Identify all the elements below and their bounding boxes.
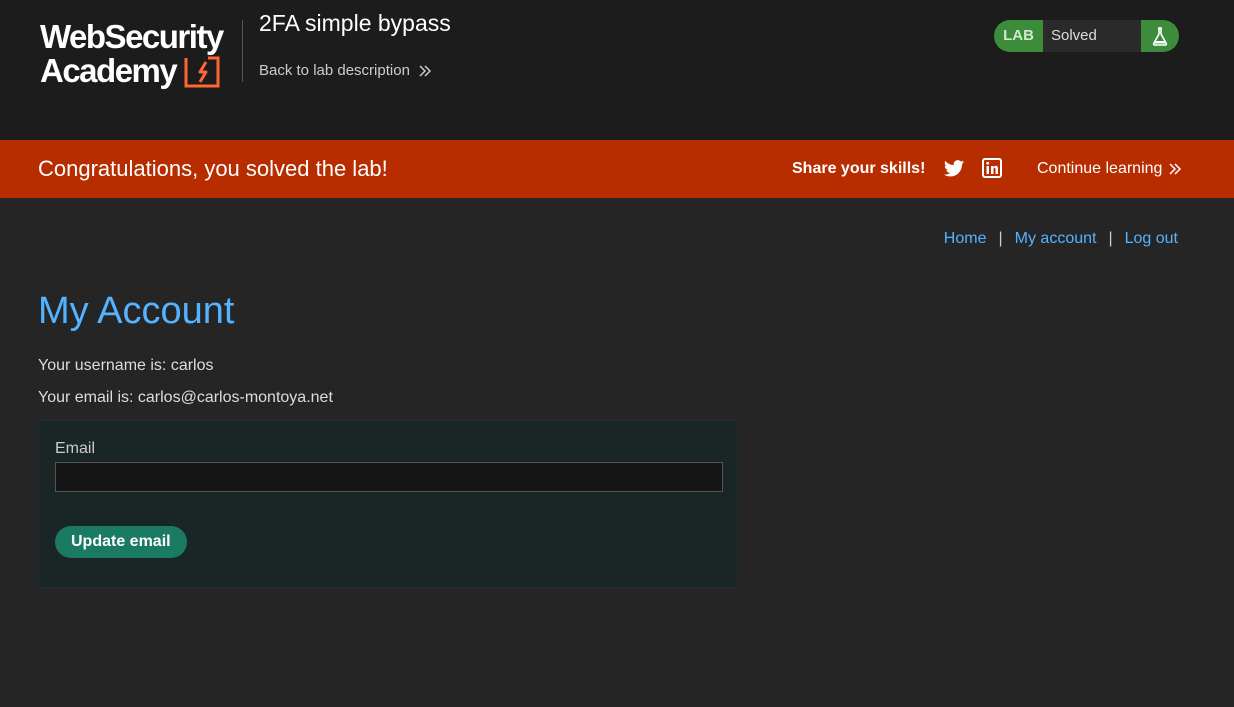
lab-tag: LAB [1003,27,1034,44]
lab-status: Solved [1043,20,1141,52]
nav-my-account-link[interactable]: My account [1015,230,1097,248]
header-divider [242,20,243,82]
nav-home-link[interactable]: Home [944,230,987,248]
update-email-form: Email Update email [38,420,738,588]
email-label: Email [55,440,96,457]
username-info: Your username is: carlos [38,357,214,374]
nav-separator: | [1108,230,1113,247]
back-link-label: Back to lab description [259,62,410,79]
back-to-lab-description-link[interactable]: Back to lab description [259,62,432,79]
chevron-right-icon [1169,163,1182,175]
web-security-academy-logo[interactable]: WebSecurity Academy [38,16,242,94]
update-email-button[interactable]: Update email [55,526,187,558]
flask-icon [1141,20,1179,52]
congrats-message: Congratulations, you solved the lab! [38,156,388,181]
email-input[interactable] [55,462,723,492]
lab-status-badge: LAB Solved [994,20,1179,52]
continue-learning-label: Continue learning [1037,160,1163,177]
logo-line1: WebSecurity [40,18,224,55]
nav-logout-link[interactable]: Log out [1125,230,1178,248]
email-info: Your email is: carlos@carlos-montoya.net [38,389,333,406]
continue-learning-link[interactable]: Continue learning [1037,160,1182,178]
solved-banner: Congratulations, you solved the lab! Sha… [0,140,1234,198]
page-title: My Account [38,290,235,332]
linkedin-icon[interactable] [982,158,1002,178]
lab-title: 2FA simple bypass [259,10,451,36]
header: WebSecurity Academy 2FA simple bypass Ba… [0,0,1234,140]
twitter-icon[interactable] [943,158,965,180]
share-label: Share your skills! [792,160,926,177]
logo-bolt-icon [184,56,220,88]
nav-separator: | [998,230,1003,247]
page-root: WebSecurity Academy 2FA simple bypass Ba… [0,0,1234,707]
logo-line2: Academy [40,52,178,89]
chevron-right-icon [419,64,431,77]
top-navigation: Home | My account | Log out [944,230,1178,248]
